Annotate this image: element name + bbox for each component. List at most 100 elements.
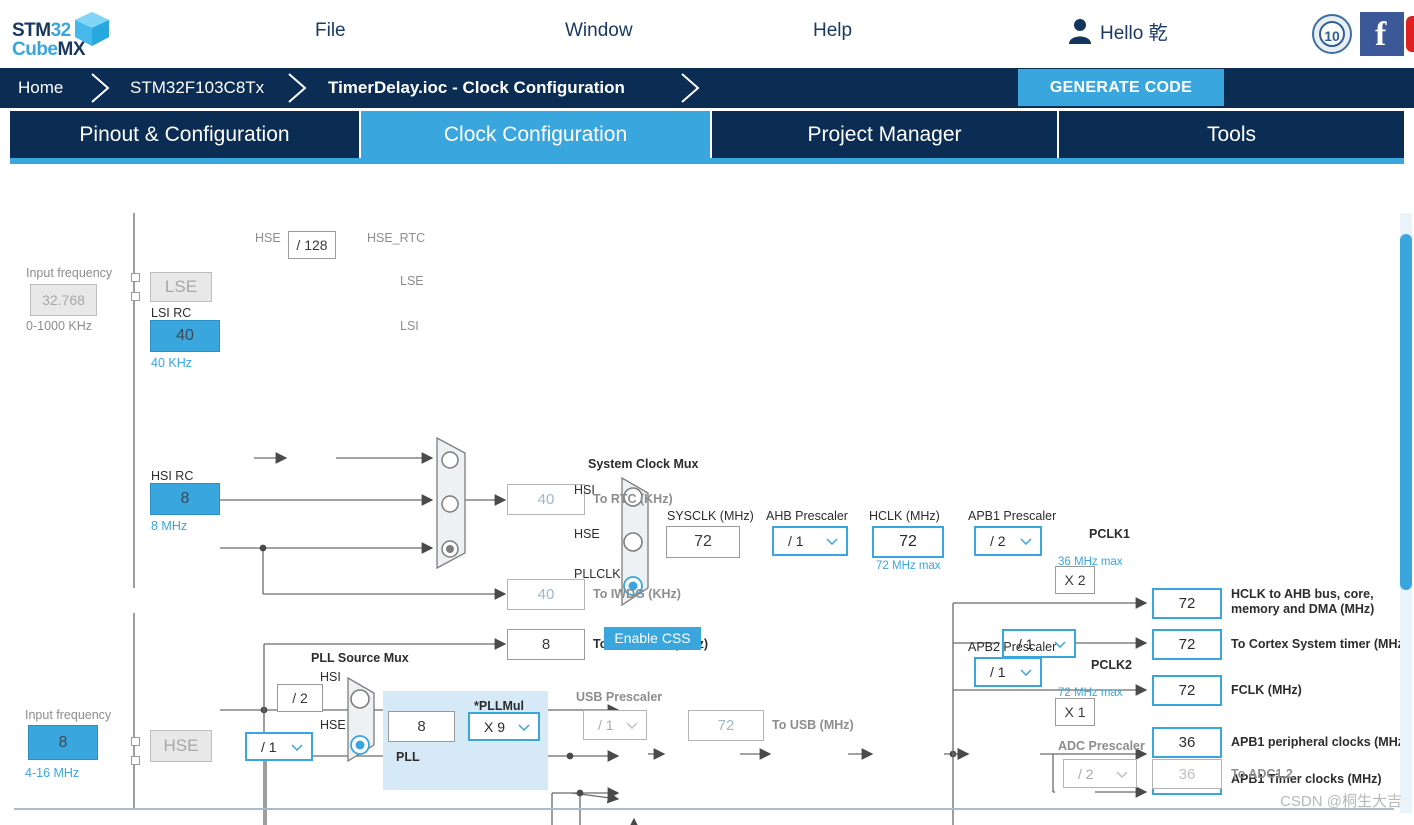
ahb-prescaler-select[interactable]: / 1 [772,526,848,556]
lse-block[interactable]: LSE [150,272,212,302]
youtube-icon[interactable] [1406,16,1414,52]
iwdg-value-box: 40 [507,579,585,610]
rtc-output-label: To RTC (KHz) [593,492,673,506]
hse-pin-bottom[interactable] [131,756,140,765]
iwdg-output-label: To IWDG (KHz) [593,587,681,601]
lse-input-frequency-label: Input frequency [26,266,113,280]
chevron-down-icon [1116,770,1128,778]
chevron-down-icon [626,722,638,729]
usb-prescaler-label: USB Prescaler [576,690,663,704]
top-menu-bar: STM32 CubeMX File Window Help Hello 乾 10… [0,0,1414,68]
hclk-label: HCLK (MHz) [869,509,940,523]
chevron-down-icon [518,723,530,731]
sysclk-value-box: 72 [666,526,740,558]
hclk-ahb-label-line2: memory and DMA (MHz) [1231,602,1375,616]
pclk2-label: PCLK2 [1091,658,1132,672]
cube-icon [75,12,109,46]
chevron-down-icon [826,538,838,545]
tab-tools[interactable]: Tools [1059,111,1404,158]
apb1-peripheral-label: APB1 peripheral clocks (MHz) [1231,735,1409,749]
lsi-value-field[interactable]: 40 [150,320,220,352]
cortex-value-box: 72 [1152,629,1222,660]
breadcrumb-chevron-icon-2 [288,73,307,103]
user-greeting[interactable]: Hello 乾 [1100,18,1168,45]
lsi-rc-label: LSI RC [151,306,192,320]
pclk1-label: PCLK1 [1089,527,1130,541]
lse-input-range-label: 0-1000 KHz [26,319,93,333]
menu-window[interactable]: Window [565,20,633,42]
hse-rtc-tag: HSE_RTC [367,231,426,245]
stm32cubemx-window: STM32 CubeMX File Window Help Hello 乾 10… [0,0,1414,825]
lse-pin-top[interactable] [131,273,140,282]
scm-hsi-tag: HSI [574,483,595,497]
pll-input-box: 8 [388,711,455,742]
adc-output-label: To ADC1,2 [1231,767,1293,781]
lse-input-frequency-field[interactable]: 32.768 [30,284,97,316]
pll-source-hsi-tag: HSI [320,670,341,684]
chevron-down-icon [1020,669,1032,676]
apb1-prescaler-select[interactable]: / 2 [974,526,1042,556]
tab-clock-configuration[interactable]: Clock Configuration [361,111,710,158]
hse-block[interactable]: HSE [150,730,212,762]
hse-prediv-select[interactable]: / 1 [245,732,313,761]
cortex-output-label: To Cortex System timer (MHz) [1231,637,1408,651]
breadcrumb-chevron-icon-3 [681,73,700,103]
sysclk-label: SYSCLK (MHz) [667,509,754,523]
lse-tag: LSE [400,274,424,288]
apb2-timer-multiplier-box: X 1 [1055,698,1095,726]
pll-source-hse-tag: HSE [320,718,346,732]
adc-prescaler-select[interactable]: / 2 [1063,759,1137,788]
lse-pin-bottom[interactable] [131,292,140,301]
hse-pin-top[interactable] [131,737,140,746]
stm32cubemx-logo: STM32 CubeMX [10,8,120,62]
canvas-scrollbar-thumb[interactable] [1400,234,1412,590]
tab-project-manager[interactable]: Project Manager [712,111,1057,158]
hse-input-range-label: 4-16 MHz [25,766,80,780]
pllmul-label: *PLLMul [474,699,524,713]
fclk-output-label: FCLK (MHz) [1231,683,1302,697]
hclk-max-label: 72 MHz max [876,560,941,572]
watermark-text: CSDN @桐生大吉 [1280,793,1402,810]
usb-output-label: To USB (MHz) [772,718,854,732]
generate-code-button[interactable]: GENERATE CODE [1018,69,1224,106]
breadcrumb-item-current[interactable]: TimerDelay.ioc - Clock Configuration [328,68,625,108]
facebook-glyph: f [1375,16,1387,53]
hsi-rc-label: HSI RC [151,469,194,483]
breadcrumb-chevron-icon [91,73,110,103]
breadcrumb-item-home[interactable]: Home [18,68,63,108]
apb2-prescaler-select[interactable]: / 1 [974,657,1042,687]
menu-file[interactable]: File [315,20,346,42]
hclk-ahb-label-line1: HCLK to AHB bus, core, [1231,587,1374,601]
tab-underline [10,158,1404,164]
apb1-timer-multiplier-box: X 2 [1055,566,1095,594]
apb1-prescaler-label: APB1 Prescaler [968,509,1057,523]
clock-toolbar: Resolve Clock Issues [0,167,1414,373]
menu-help[interactable]: Help [813,20,852,42]
hse-input-frequency-field[interactable]: 8 [28,725,98,760]
scm-pllclk-tag: PLLCLK [574,567,621,581]
ahb-prescaler-label: AHB Prescaler [766,509,848,523]
lsi-tag: LSI [400,319,419,333]
pll-hsi-div2-box: / 2 [277,684,323,712]
hse-tag-rtc: HSE [255,231,281,245]
clock-tree-canvas: Input frequency 32.768 0-1000 KHz LSE LS… [0,213,1414,825]
system-clock-mux-label: System Clock Mux [588,457,699,471]
tab-pinout-configuration[interactable]: Pinout & Configuration [10,111,359,158]
hse-div128-box: / 128 [288,231,336,259]
pllmul-select[interactable]: X 9 [468,712,540,741]
hsi-value-field[interactable]: 8 [150,483,220,515]
lsi-unit-label: 40 KHz [151,356,192,370]
breadcrumb-item-device[interactable]: STM32F103C8Tx [130,68,264,108]
hsi-unit-label: 8 MHz [151,519,188,533]
flitfclk-value-box: 8 [507,629,585,660]
adc-value-box: 36 [1152,759,1222,789]
hse-input-frequency-label: Input frequency [25,708,112,722]
usb-prescaler-select[interactable]: / 1 [583,710,647,740]
pll-label: PLL [396,750,420,764]
main-tab-bar: Pinout & Configuration Clock Configurati… [0,111,1414,163]
hclk-ahb-value-box: 72 [1152,588,1222,619]
facebook-icon[interactable]: f [1360,12,1404,56]
apb2-prescaler-label: APB2 Prescaler [968,640,1057,654]
fclk-value-box: 72 [1152,675,1222,706]
enable-css-button[interactable]: Enable CSS [604,627,701,650]
